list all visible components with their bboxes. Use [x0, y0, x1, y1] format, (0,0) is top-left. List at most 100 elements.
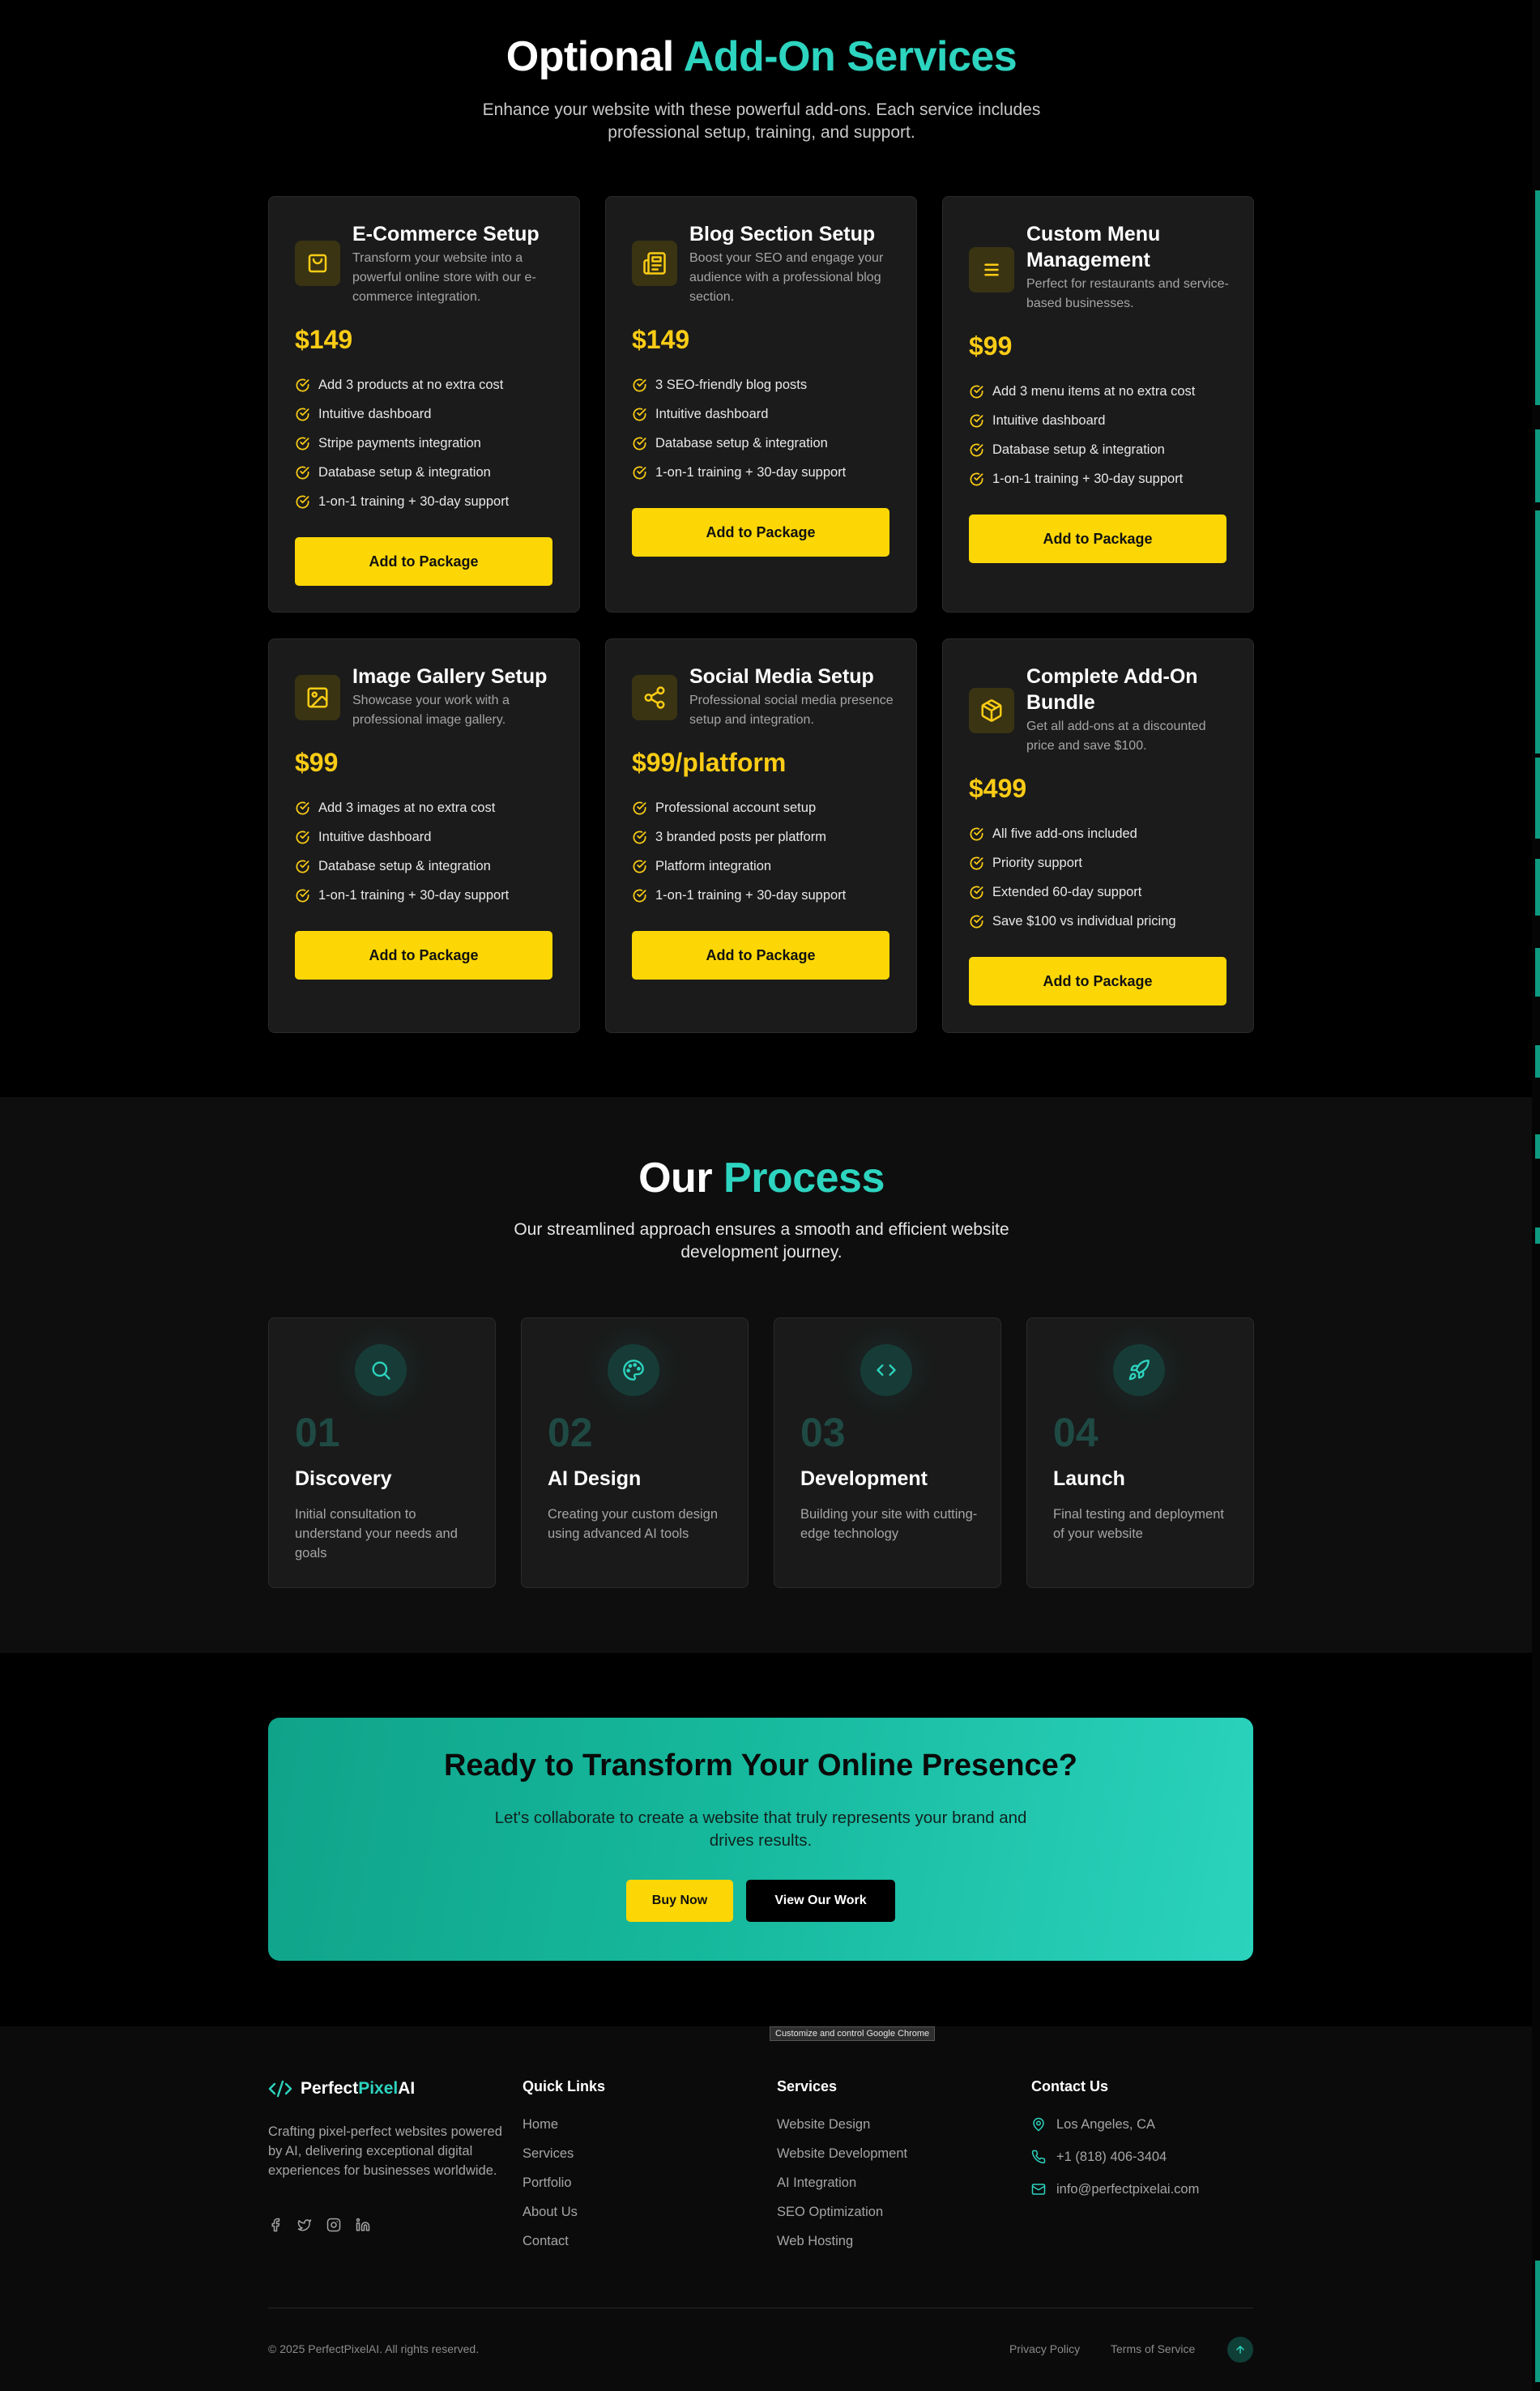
buy-now-button[interactable]: Buy Now: [626, 1880, 733, 1922]
contact-location: Los Angeles, CA: [1031, 2117, 1199, 2150]
contact-phone[interactable]: +1 (818) 406-3404: [1031, 2150, 1199, 2182]
edge-strip: [1535, 2261, 1540, 2382]
feature-label: Add 3 images at no extra cost: [318, 800, 496, 815]
step-description: Initial consultation to understand your …: [295, 1507, 458, 1561]
step-title: AI Design: [548, 1467, 642, 1490]
addons-heading-part1: Optional: [506, 33, 674, 80]
feature-list: Add 3 menu items at no extra cost Intuit…: [969, 377, 1195, 493]
footer-link-seo-optimization[interactable]: SEO Optimization: [777, 2205, 907, 2234]
card-description: Professional social media presence setup…: [689, 694, 894, 727]
feature-list: Add 3 products at no extra cost Intuitiv…: [295, 370, 509, 516]
feature-item: 1-on-1 training + 30-day support: [632, 881, 846, 910]
feature-item: Intuitive dashboard: [969, 406, 1195, 435]
feature-item: Intuitive dashboard: [632, 399, 846, 429]
arrow-up-icon: [1236, 2346, 1244, 2354]
edge-strip: [1535, 510, 1540, 754]
addons-heading: Optional Add-On Services: [0, 32, 1523, 81]
footer-link-website-design[interactable]: Website Design: [777, 2117, 907, 2146]
feature-label: 1-on-1 training + 30-day support: [318, 493, 510, 509]
card-price: $99: [969, 331, 1013, 361]
terms-of-service-link[interactable]: Terms of Service: [1111, 2342, 1195, 2355]
footer-link-ai-integration[interactable]: AI Integration: [777, 2175, 907, 2205]
add-to-package-button[interactable]: Add to Package: [295, 537, 552, 586]
feature-item: 3 branded posts per platform: [632, 822, 846, 852]
card-description: Boost your SEO and engage your audience …: [689, 251, 884, 304]
feature-list: All five add-ons included Priority suppo…: [969, 819, 1176, 936]
card-price: $149: [295, 325, 353, 354]
feature-label: Extended 60-day support: [992, 884, 1142, 899]
addon-card-menu: Custom Menu Management Perfect for resta…: [942, 196, 1254, 613]
add-to-package-button[interactable]: Add to Package: [632, 931, 889, 980]
feature-label: Database setup & integration: [318, 858, 491, 873]
view-our-work-button[interactable]: View Our Work: [746, 1880, 895, 1922]
process-heading: Our Process: [0, 1154, 1523, 1202]
footer-link-contact[interactable]: Contact: [523, 2234, 578, 2263]
linkedin-icon[interactable]: [356, 2218, 370, 2232]
mail-icon: [1031, 2184, 1046, 2195]
addon-services-section: Optional Add-On Services Enhance your we…: [0, 0, 1540, 1097]
feature-label: All five add-ons included: [992, 826, 1137, 841]
feature-item: Add 3 menu items at no extra cost: [969, 377, 1195, 406]
privacy-policy-link[interactable]: Privacy Policy: [1009, 2342, 1080, 2355]
process-heading-part1: Our: [638, 1155, 713, 1202]
feature-label: Database setup & integration: [992, 442, 1165, 457]
add-to-package-button[interactable]: Add to Package: [969, 514, 1226, 563]
add-to-package-button[interactable]: Add to Package: [632, 508, 889, 557]
check-circle-icon: [633, 889, 646, 902]
process-subtitle: Our streamlined approach ensures a smoot…: [514, 1220, 1009, 1262]
contact-email[interactable]: info@perfectpixelai.com: [1031, 2182, 1199, 2214]
twitter-icon[interactable]: [297, 2218, 312, 2232]
footer-link-services[interactable]: Services: [523, 2146, 578, 2175]
check-circle-icon: [633, 860, 646, 873]
back-to-top-button[interactable]: [1227, 2337, 1253, 2363]
feature-label: Professional account setup: [655, 800, 817, 815]
feature-item: Database setup & integration: [295, 852, 509, 881]
feature-item: Intuitive dashboard: [295, 822, 509, 852]
feature-label: Intuitive dashboard: [992, 412, 1106, 428]
contact-title: Contact Us: [1031, 2078, 1109, 2094]
step-title: Discovery: [295, 1467, 392, 1490]
check-circle-icon: [633, 437, 646, 450]
logo-text-part2: Pixel: [358, 2079, 399, 2098]
footer-link-portfolio[interactable]: Portfolio: [523, 2175, 578, 2205]
footer-link-home[interactable]: Home: [523, 2117, 578, 2146]
instagram-icon[interactable]: [326, 2218, 341, 2232]
facebook-icon[interactable]: [268, 2218, 283, 2232]
footer-link-web-hosting[interactable]: Web Hosting: [777, 2234, 907, 2263]
check-circle-icon: [970, 472, 983, 485]
logo-text-part1: Perfect: [301, 2079, 359, 2098]
addons-subtitle: Enhance your website with these powerful…: [482, 100, 1041, 142]
feature-item: Extended 60-day support: [969, 877, 1176, 907]
feature-label: Add 3 products at no extra cost: [318, 377, 504, 392]
card-title: Complete Add-On Bundle: [1026, 665, 1198, 714]
footer-link-website-development[interactable]: Website Development: [777, 2146, 907, 2175]
step-title: Development: [800, 1467, 928, 1490]
card-price: $99/platform: [632, 748, 787, 777]
edge-strip: [1535, 859, 1540, 916]
feature-list: Add 3 images at no extra cost Intuitive …: [295, 793, 509, 910]
card-title: Social Media Setup: [689, 665, 874, 688]
add-to-package-button[interactable]: Add to Package: [295, 931, 552, 980]
services-list: Website Design Website Development AI In…: [777, 2117, 907, 2263]
check-circle-icon: [296, 860, 309, 873]
card-title: E-Commerce Setup: [352, 223, 540, 246]
check-circle-icon: [970, 443, 983, 456]
edge-strip: [1535, 1228, 1540, 1244]
footer-logo[interactable]: Perfect Pixel AI: [268, 2078, 415, 2099]
addon-card-social: Social Media Setup Professional social m…: [605, 638, 917, 1033]
process-step-launch: 04 Launch Final testing and deployment o…: [1026, 1317, 1254, 1588]
feature-item: 1-on-1 training + 30-day support: [295, 487, 509, 516]
feature-item: 3 SEO-friendly blog posts: [632, 370, 846, 399]
card-description: Showcase your work with a professional i…: [352, 694, 510, 727]
contact-phone-text: +1 (818) 406-3404: [1056, 2150, 1167, 2164]
cta-section: Ready to Transform Your Online Presence?…: [0, 1653, 1540, 2026]
addons-heading-part2: Add-On Services: [683, 33, 1017, 80]
process-step-ai-design: 02 AI Design Creating your custom design…: [521, 1317, 749, 1588]
check-circle-icon: [970, 414, 983, 427]
copyright: © 2025 PerfectPixelAI. All rights reserv…: [268, 2342, 480, 2355]
contact-email-text: info@perfectpixelai.com: [1056, 2182, 1200, 2197]
feature-label: Priority support: [992, 855, 1082, 870]
footer-link-about[interactable]: About Us: [523, 2205, 578, 2234]
edge-strip: [1535, 348, 1540, 405]
add-to-package-button[interactable]: Add to Package: [969, 957, 1226, 1006]
